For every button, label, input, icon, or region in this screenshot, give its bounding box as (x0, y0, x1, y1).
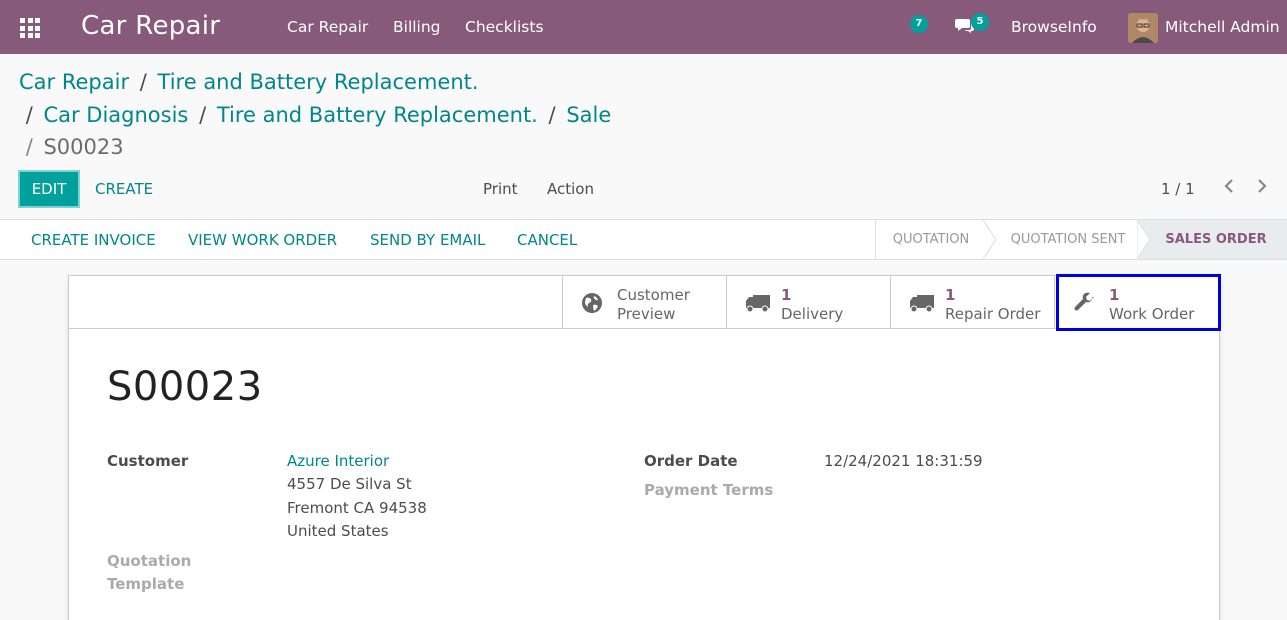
customer-label: Customer (107, 452, 189, 470)
print-dropdown[interactable]: Print (483, 180, 518, 198)
form-sheet: Customer Preview 1 Delivery 1 Repair Ord… (68, 274, 1221, 620)
delivery-count: 1 (781, 286, 792, 304)
top-navbar: Car Repair Car Repair Billing Checklists… (0, 0, 1287, 54)
messages-badge: 5 (971, 13, 989, 31)
breadcrumb: Car Repair / Tire and Battery Replacemen… (19, 66, 659, 164)
truck-icon (910, 295, 934, 313)
menu-car-repair[interactable]: Car Repair (287, 18, 368, 36)
stage-arrow-icon (983, 220, 997, 259)
menu-checklists[interactable]: Checklists (465, 18, 544, 36)
customer-link[interactable]: Azure Interior (287, 452, 389, 470)
breadcrumb-current: S00023 (43, 135, 124, 159)
apps-menu-icon[interactable] (20, 18, 40, 38)
customer-address-street: 4557 De Silva St (287, 475, 412, 493)
create-button[interactable]: CREATE (95, 180, 153, 198)
user-menu[interactable]: Mitchell Admin (1165, 18, 1280, 36)
action-dropdown[interactable]: Action (547, 180, 594, 198)
repair-order-count: 1 (945, 286, 956, 304)
quotation-template-label-2: Template (107, 575, 185, 593)
delivery-button[interactable]: 1 Delivery (726, 276, 891, 329)
stage-quotation[interactable]: QUOTATION (876, 220, 986, 259)
activity-badge: 7 (910, 15, 928, 33)
breadcrumb-separator: / (139, 70, 147, 94)
quotation-template-label-1: Quotation (107, 552, 192, 570)
delivery-label: Delivery (781, 305, 844, 323)
statusbar: CREATE INVOICE VIEW WORK ORDER SEND BY E… (0, 219, 1287, 260)
customer-preview-label-1: Customer (617, 286, 690, 304)
stage-quotation-sent[interactable]: QUOTATION SENT (997, 220, 1139, 259)
repair-order-button[interactable]: 1 Repair Order (890, 276, 1055, 329)
breadcrumb-link-sale[interactable]: Sale (566, 103, 611, 127)
order-date-value: 12/24/2021 18:31:59 (824, 452, 983, 470)
create-invoice-button[interactable]: CREATE INVOICE (31, 231, 156, 249)
view-work-order-button[interactable]: VIEW WORK ORDER (188, 231, 337, 249)
pager-next-icon[interactable] (1256, 176, 1268, 201)
cancel-button[interactable]: CANCEL (517, 231, 577, 249)
breadcrumb-link-car-repair[interactable]: Car Repair (19, 70, 129, 94)
customer-address-country: United States (287, 522, 389, 540)
breadcrumb-link-car-diagnosis[interactable]: Car Diagnosis (43, 103, 188, 127)
messages-icon[interactable]: 5 (955, 13, 989, 39)
customer-preview-label-2: Preview (617, 305, 676, 323)
send-by-email-button[interactable]: SEND BY EMAIL (370, 231, 485, 249)
repair-order-label: Repair Order (945, 305, 1041, 323)
smart-button-box: Customer Preview 1 Delivery 1 Repair Ord… (69, 274, 1221, 331)
breadcrumb-separator: / (548, 102, 556, 127)
edit-button[interactable]: EDIT (18, 170, 80, 208)
work-order-highlight-box (1056, 274, 1221, 331)
pager-value[interactable]: 1 / 1 (1161, 180, 1195, 198)
menu-billing[interactable]: Billing (393, 18, 441, 36)
stage-sales-order[interactable]: SALES ORDER (1139, 220, 1287, 259)
order-date-label: Order Date (644, 452, 738, 470)
stage-arrow-icon (1137, 220, 1151, 259)
customer-address-city: Fremont CA 94538 (287, 499, 427, 517)
truck-icon (746, 295, 770, 313)
app-title: Car Repair (81, 11, 221, 41)
user-avatar[interactable] (1128, 13, 1158, 43)
company-switcher[interactable]: BrowseInfo (1011, 18, 1097, 36)
pager-previous-icon[interactable] (1223, 176, 1235, 201)
record-title: S00023 (107, 364, 263, 410)
globe-icon (582, 293, 602, 313)
breadcrumb-separator: / (25, 135, 33, 159)
breadcrumb-link-diagnosis-repair[interactable]: Tire and Battery Replacement. (217, 103, 538, 127)
customer-preview-button[interactable]: Customer Preview (562, 276, 727, 329)
payment-terms-label: Payment Terms (644, 481, 774, 499)
breadcrumb-link-repair[interactable]: Tire and Battery Replacement. (158, 70, 479, 94)
breadcrumb-separator: / (25, 102, 33, 127)
breadcrumb-separator: / (199, 102, 207, 127)
